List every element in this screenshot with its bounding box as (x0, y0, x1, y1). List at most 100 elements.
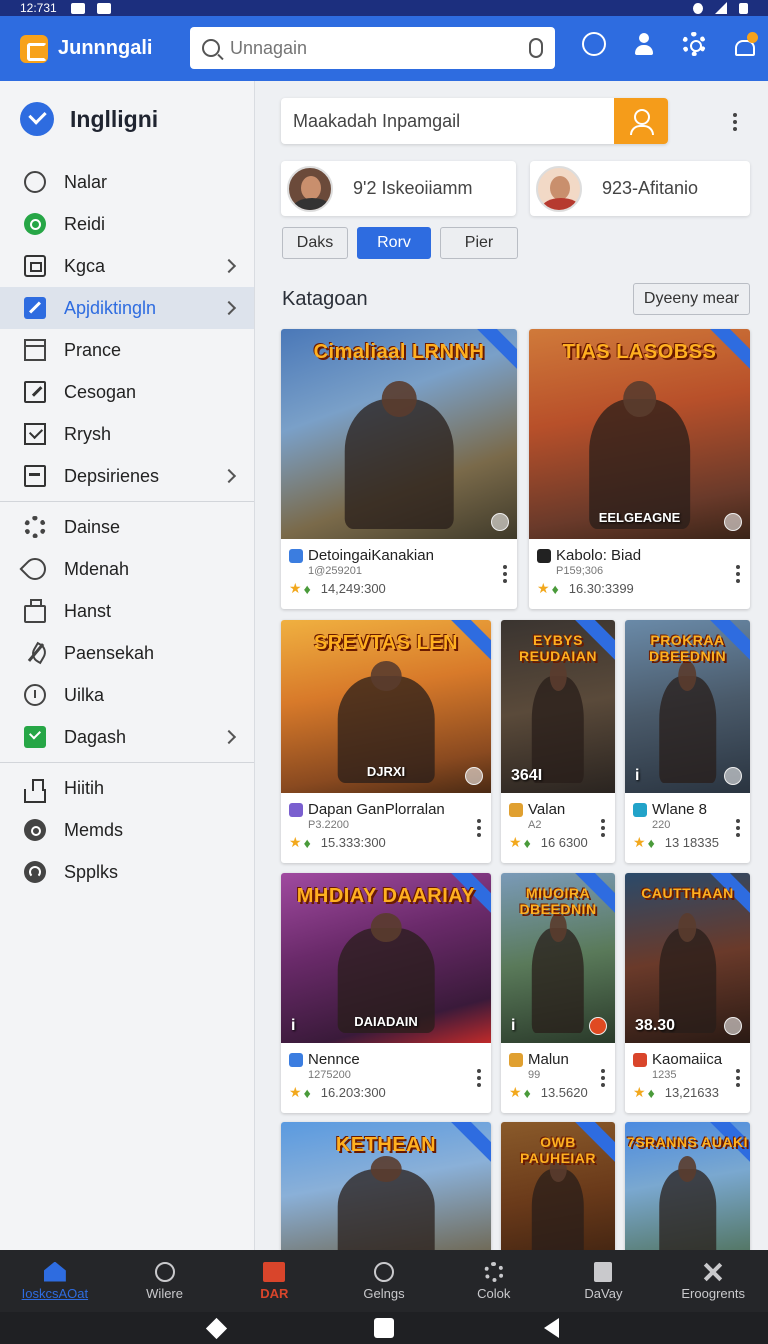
card-more-icon[interactable] (601, 1076, 605, 1080)
bottom-nav-item-gelngs[interactable]: Gelngs (329, 1250, 439, 1312)
notifications-icon[interactable] (732, 32, 758, 56)
search-user-button[interactable] (614, 98, 668, 144)
more-options-icon[interactable] (733, 120, 737, 124)
sidebar-item-nalar[interactable]: Nalar (0, 161, 254, 203)
sidebar-item-rrysh[interactable]: Rrysh (0, 413, 254, 455)
home-diamond-icon[interactable] (205, 1317, 228, 1339)
sidebar-item-dainse[interactable]: Dainse (0, 506, 254, 548)
sidebar-item-label: Dainse (64, 516, 121, 537)
sidebar-item-kgca[interactable]: Kgca (0, 245, 254, 287)
game-card[interactable]: Cimaliaal LRNNH DetoingaiKanakian 1@259201… (281, 329, 517, 609)
hero-figure (658, 1155, 717, 1250)
card-more-icon[interactable] (477, 1076, 481, 1080)
sidebar-item-dagash[interactable]: Dagash (0, 716, 254, 758)
game-info: Nennce 1275200 ★ ♦ 16.203:300 (281, 1043, 491, 1101)
leaf-icon: ♦ (303, 1084, 311, 1101)
main-search-bar[interactable] (281, 98, 668, 144)
bottom-nav-item-colok[interactable]: Colok (439, 1250, 549, 1312)
game-card[interactable]: MHDIAY DAARIAY DAIADAIN i Nennce 1275200 ★ ♦ 16… (281, 873, 491, 1113)
card-more-icon[interactable] (736, 826, 740, 830)
back-icon[interactable] (544, 1318, 559, 1338)
tab-daks[interactable]: Daks (282, 227, 348, 259)
settings-icon[interactable] (682, 32, 706, 56)
game-id: 1235 (652, 1069, 677, 1081)
dial-icon (24, 684, 46, 706)
sidebar-item-label: Uilka (64, 684, 105, 705)
sidebar-item-prance[interactable]: Prance (0, 329, 254, 371)
game-card[interactable]: OWB PAUHEIAR (501, 1122, 615, 1250)
game-card[interactable]: KETHEAN (281, 1122, 491, 1250)
sidebar-item-depsirienes[interactable]: Depsirienes (0, 455, 254, 497)
bottom-nav-item-wilere[interactable]: Wilere (110, 1250, 220, 1312)
tray-icon (24, 779, 46, 803)
game-name: Malun (528, 1051, 569, 1068)
game-stats: ★ ♦ 13,21633 (633, 1084, 742, 1101)
check-badge-icon (491, 513, 509, 531)
sidebar-item-label: Nalar (64, 171, 108, 192)
bottom-nav-item-eroogrents[interactable]: Eroogrents (658, 1250, 768, 1312)
sidebar-item-hanst[interactable]: Hanst (0, 590, 254, 632)
game-name: Nennce (308, 1051, 360, 1068)
card-more-icon[interactable] (477, 826, 481, 830)
card-more-icon[interactable] (503, 572, 507, 576)
bottom-navigation: IoskcsAOat Wilere DAR Gelngs Colok DaVay Eroog… (0, 1250, 768, 1312)
recents-icon[interactable] (374, 1318, 394, 1338)
card-more-icon[interactable] (736, 572, 740, 576)
sidebar-title: Inglligni (70, 105, 159, 132)
game-card[interactable]: CAUTTHAAN 38.30 Kaomaiica 1235 ★ ♦ 13,21633 (625, 873, 750, 1113)
sidebar-item-hiitih[interactable]: Hiitih (0, 767, 254, 809)
game-art-subtitle: EELGEAGNE (598, 510, 681, 525)
profile-card-2[interactable]: 923-Afitanio (530, 161, 750, 216)
sidebar-item-mdenah[interactable]: Mdenah (0, 548, 254, 590)
game-card[interactable]: TIAS LASOBSS EELGEAGNE Kabolo: Biad P159;30… (529, 329, 750, 609)
game-card[interactable]: EYBYS REUDAIAN 364I Valan A2 ★ ♦ 16 6300 (501, 620, 615, 863)
bag-icon (24, 599, 46, 623)
top-search-bar[interactable] (190, 27, 555, 69)
sidebar-item-memds[interactable]: Memds (0, 809, 254, 851)
sidebar-header: Inglligni (0, 81, 254, 157)
vibrate-icon (693, 2, 703, 14)
bottom-nav-item-ioskcsaoat[interactable]: IoskcsAOat (0, 1250, 110, 1312)
tab-pier[interactable]: Pier (440, 227, 518, 259)
chevron-right-icon (221, 258, 237, 274)
card-more-icon[interactable] (736, 1076, 740, 1080)
voice-icon[interactable] (529, 38, 543, 58)
sidebar-item-uilka[interactable]: Uilka (0, 674, 254, 716)
bottom-nav-item-dar[interactable]: DAR (219, 1250, 329, 1312)
game-info: Kaomaiica 1235 ★ ♦ 13,21633 (625, 1043, 750, 1101)
brand[interactable]: Junnngali (0, 34, 190, 63)
circle-icon (24, 171, 46, 193)
green-check-icon (24, 726, 46, 748)
game-name: Valan (528, 801, 566, 818)
sidebar-item-label: Rrysh (64, 423, 112, 444)
account-icon[interactable] (632, 32, 656, 56)
hero-figure (531, 912, 585, 1033)
card-more-icon[interactable] (601, 826, 605, 830)
game-card[interactable]: 7SRANNS AUAKI (625, 1122, 750, 1250)
status-bar: 12:731 (0, 0, 768, 16)
star-icon: ★ (289, 1084, 302, 1100)
hero-figure (337, 1155, 435, 1250)
history-icon[interactable] (582, 32, 606, 56)
tab-rorv[interactable]: Rorv (357, 227, 431, 259)
leaf-icon: ♦ (647, 1084, 655, 1101)
sidebar-item-spplks[interactable]: Spplks (0, 851, 254, 893)
search-icon (374, 1261, 395, 1282)
profile-card-1[interactable]: 9'2 Iskeoiiamm (281, 161, 516, 216)
sidebar-item-paensekah[interactable]: Paensekah (0, 632, 254, 674)
main-search-input[interactable] (281, 98, 614, 144)
bottom-nav-item-davay[interactable]: DaVay (549, 1250, 659, 1312)
sort-button[interactable]: Dyeeny mear (633, 283, 750, 315)
top-search-input[interactable] (230, 37, 529, 59)
game-card[interactable]: MIUOIRA DBEEDNIN i Malun 99 ★ ♦ 13.5620 (501, 873, 615, 1113)
game-art: PROKRAA DBEEDNIN i (625, 620, 750, 793)
app-logo-icon (20, 34, 48, 63)
game-card[interactable]: SREVTAS LEN DJRXI Dapan GanPlorralan P3.220… (281, 620, 491, 863)
game-card[interactable]: PROKRAA DBEEDNIN i Wlane 8 220 ★ ♦ 13 18335 (625, 620, 750, 863)
game-name-row: DetoingaiKanakian (289, 547, 509, 564)
sidebar-item-reidi[interactable]: Reidi (0, 203, 254, 245)
game-art-title: TIAS LASOBSS (562, 341, 717, 363)
sidebar-item-apjdiktingln[interactable]: Apjdiktingln (0, 287, 254, 329)
dot-icon (24, 819, 46, 841)
sidebar-item-cesogan[interactable]: Cesogan (0, 371, 254, 413)
